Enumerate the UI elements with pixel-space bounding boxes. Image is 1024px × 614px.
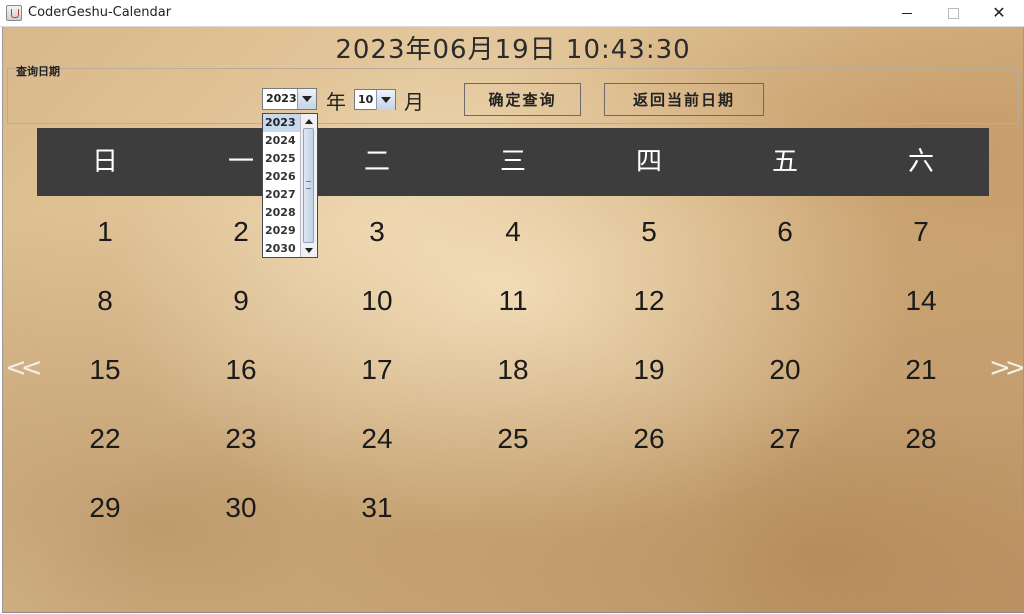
- day-cell[interactable]: 12: [581, 266, 717, 335]
- calendar-content: 2023年06月19日 10:43:30 查询日期 2023 年 10 月 确定…: [2, 27, 1024, 613]
- year-select-arrow[interactable]: [297, 89, 316, 109]
- year-select-value: 2023: [266, 92, 297, 105]
- confirm-query-button[interactable]: 确定查询: [464, 83, 581, 116]
- scroll-up-button[interactable]: [301, 114, 317, 128]
- day-cell[interactable]: 27: [717, 404, 853, 473]
- day-cell[interactable]: 21: [853, 335, 989, 404]
- year-option[interactable]: 2027: [263, 186, 301, 204]
- day-cell[interactable]: 15: [37, 335, 173, 404]
- day-cell[interactable]: 11: [445, 266, 581, 335]
- day-cell[interactable]: 25: [445, 404, 581, 473]
- year-option[interactable]: 2023: [263, 114, 301, 132]
- day-cell[interactable]: 31: [309, 473, 445, 542]
- year-dropdown-list[interactable]: 2023 2024 2025 2026 2027 2028 2029 2030: [262, 113, 318, 258]
- grip-icon: [306, 181, 311, 189]
- year-option[interactable]: 2026: [263, 168, 301, 186]
- month-select-arrow[interactable]: [376, 90, 395, 110]
- title-bar: CoderGeshu-Calendar ✕: [0, 0, 1024, 27]
- day-cell[interactable]: 17: [309, 335, 445, 404]
- day-cell[interactable]: 24: [309, 404, 445, 473]
- day-cell[interactable]: 18: [445, 335, 581, 404]
- day-cell[interactable]: 23: [173, 404, 309, 473]
- day-cell[interactable]: 30: [173, 473, 309, 542]
- weekday-label: 日: [91, 147, 118, 177]
- year-option[interactable]: 2025: [263, 150, 301, 168]
- year-dropdown-items: 2023 2024 2025 2026 2027 2028 2029 2030: [263, 114, 301, 258]
- java-app-icon: [6, 5, 22, 21]
- chevron-down-icon: [302, 96, 312, 102]
- minimize-button[interactable]: [884, 0, 930, 26]
- scroll-down-icon: [305, 247, 313, 253]
- dropdown-scrollbar[interactable]: [300, 114, 317, 257]
- maximize-icon: [947, 7, 959, 19]
- day-cell[interactable]: 5: [581, 197, 717, 266]
- weekday-label: 三: [499, 147, 526, 177]
- year-select[interactable]: 2023: [262, 88, 317, 110]
- weekday-label: 五: [771, 147, 798, 177]
- day-cell[interactable]: 20: [717, 335, 853, 404]
- weekday-label: 四: [635, 147, 662, 177]
- year-option[interactable]: 2030: [263, 240, 301, 258]
- day-cell[interactable]: 28: [853, 404, 989, 473]
- day-cell[interactable]: 13: [717, 266, 853, 335]
- scrollbar-thumb[interactable]: [303, 128, 314, 243]
- day-cell[interactable]: 10: [309, 266, 445, 335]
- year-option[interactable]: 2024: [263, 132, 301, 150]
- month-select-value: 10: [358, 93, 374, 106]
- day-cell[interactable]: 7: [853, 197, 989, 266]
- window-title: CoderGeshu-Calendar: [28, 5, 172, 20]
- year-option[interactable]: 2028: [263, 204, 301, 222]
- close-button[interactable]: ✕: [976, 0, 1022, 26]
- day-cell[interactable]: 16: [173, 335, 309, 404]
- close-icon: ✕: [992, 3, 1006, 22]
- day-cell[interactable]: 19: [581, 335, 717, 404]
- day-cell[interactable]: 14: [853, 266, 989, 335]
- return-today-button[interactable]: 返回当前日期: [604, 83, 764, 116]
- day-cell[interactable]: 1: [37, 197, 173, 266]
- day-cell[interactable]: 9: [173, 266, 309, 335]
- day-cell[interactable]: 22: [37, 404, 173, 473]
- day-cell[interactable]: 29: [37, 473, 173, 542]
- weekday-header: 日一二三四五六: [37, 128, 989, 196]
- chevron-down-icon: [381, 97, 391, 103]
- month-select[interactable]: 10: [354, 89, 396, 110]
- prev-month-button[interactable]: <<: [5, 353, 42, 383]
- scroll-up-icon: [305, 118, 313, 124]
- year-label: 年: [326, 90, 346, 114]
- year-option[interactable]: 2029: [263, 222, 301, 240]
- minimize-icon: [902, 12, 912, 14]
- maximize-button[interactable]: [930, 0, 976, 26]
- weekday-label: 二: [363, 147, 390, 177]
- query-panel-legend: 查询日期: [16, 65, 60, 78]
- day-cell[interactable]: 8: [37, 266, 173, 335]
- weekday-label: 六: [907, 147, 934, 177]
- current-datetime: 2023年06月19日 10:43:30: [335, 35, 691, 65]
- scroll-down-button[interactable]: [301, 243, 317, 257]
- day-cell[interactable]: 6: [717, 197, 853, 266]
- next-month-button[interactable]: >>: [989, 353, 1023, 383]
- day-cell[interactable]: 3: [309, 197, 445, 266]
- month-label: 月: [404, 90, 424, 114]
- day-cell[interactable]: 4: [445, 197, 581, 266]
- day-cell[interactable]: 26: [581, 404, 717, 473]
